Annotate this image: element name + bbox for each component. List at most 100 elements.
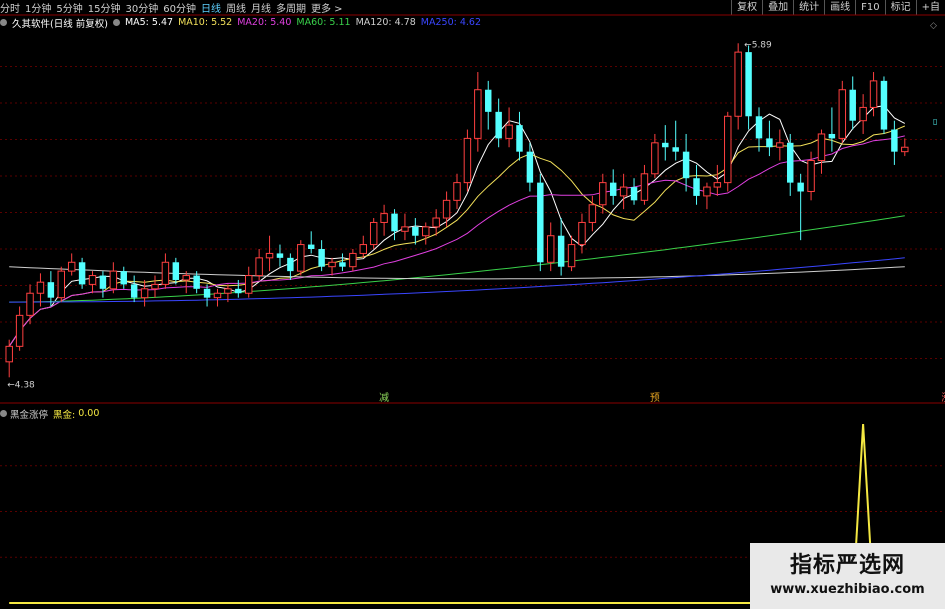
candle-body — [109, 270, 118, 290]
candle-body — [442, 199, 451, 219]
candle-body — [849, 89, 856, 121]
candle-body — [391, 213, 398, 232]
candle-body — [67, 261, 76, 272]
ma-line-ma120 — [9, 266, 905, 280]
candle-body — [203, 288, 211, 298]
candle-body — [682, 151, 690, 179]
indicator-legend: 黑金涨停 黑金: 0.00 — [0, 407, 100, 421]
candle-body — [172, 262, 180, 280]
candle-body — [619, 186, 628, 197]
candle-body — [485, 89, 492, 112]
candle-body — [47, 282, 55, 298]
ma-line-ma20 — [8, 135, 905, 347]
candle-body — [766, 138, 773, 148]
watermark-banner: 指标严选网 www.xuezhibiao.com — [750, 543, 945, 609]
watermark-title: 指标严选网 — [789, 553, 905, 578]
candle-body — [328, 261, 336, 268]
candle-body — [526, 151, 534, 183]
diamond-icon: ◇ — [930, 21, 937, 31]
candle-body — [213, 292, 222, 299]
candle-body — [235, 288, 242, 294]
indicator-value-label: 黑金: — [53, 409, 76, 421]
signal-label: 减 — [379, 392, 389, 404]
candle-body — [640, 173, 649, 201]
candle-body — [724, 115, 732, 184]
candle-body — [244, 275, 253, 294]
candle-body — [588, 204, 597, 223]
candle-body — [609, 182, 617, 196]
candle-body — [672, 147, 679, 152]
candle-body — [151, 283, 159, 290]
candle-body — [474, 89, 482, 139]
candle-body — [546, 235, 555, 263]
candle-body — [630, 187, 638, 201]
candle-body — [505, 124, 513, 139]
candle-body — [161, 261, 170, 285]
candle-body — [265, 252, 274, 259]
candle-body — [57, 270, 66, 299]
candle-body — [880, 80, 888, 130]
candle-body — [797, 182, 804, 192]
candlestick-chart[interactable]: ←5.89 ←4.38 减 预 涨 ◇ ▯ — [0, 0, 945, 609]
candle-body — [828, 133, 836, 139]
candle-body — [26, 292, 34, 316]
candle-body — [297, 244, 305, 272]
candle-body — [422, 226, 430, 237]
candle-body — [755, 116, 763, 139]
indicator-name: 黑金涨停 — [10, 409, 49, 421]
candle-body — [838, 89, 847, 139]
candle-body — [412, 226, 419, 236]
signal-label: 预 — [650, 392, 660, 404]
candle-body — [453, 182, 461, 201]
candle-body — [734, 51, 742, 117]
candle-body — [78, 262, 86, 285]
candle-body — [578, 221, 586, 246]
candle-body — [307, 244, 315, 249]
candle-body — [36, 281, 45, 294]
candle-body — [703, 186, 711, 197]
candle-body — [869, 80, 878, 108]
candle-body — [495, 111, 502, 139]
candle-body — [287, 257, 294, 272]
candle-body — [5, 345, 13, 363]
candle-body — [276, 253, 284, 258]
candle-body — [557, 235, 565, 267]
candle-body — [120, 271, 127, 285]
candle-body — [787, 142, 794, 183]
candle-body — [745, 52, 752, 117]
candle-body — [891, 129, 898, 152]
candle-body — [359, 244, 368, 254]
candle-body — [140, 288, 149, 299]
candle-body — [537, 182, 544, 263]
candle-body — [662, 142, 669, 148]
candle-body — [693, 178, 700, 196]
candle-body — [224, 288, 232, 294]
indicator-value: 0.00 — [78, 408, 100, 419]
candle-body — [369, 221, 378, 246]
candle-body — [651, 142, 659, 175]
candle-body — [817, 133, 826, 162]
candle-body — [349, 252, 357, 268]
ma-line-ma10 — [8, 125, 905, 347]
scroll-marker-icon: ▯ — [933, 117, 937, 126]
candle-body — [401, 226, 409, 232]
candle-body — [432, 217, 440, 228]
candle-body — [463, 137, 472, 184]
candle-body — [599, 182, 607, 206]
candle-body — [182, 275, 190, 281]
candle-body — [807, 160, 815, 192]
candle-body — [130, 284, 138, 298]
signal-label: 涨 — [941, 392, 945, 404]
indicator-collapse-icon[interactable] — [0, 410, 7, 417]
candle-body — [901, 146, 909, 153]
low-price-label: ←4.38 — [7, 380, 35, 390]
candle-body — [255, 257, 263, 277]
candle-body — [193, 275, 200, 289]
candle-body — [15, 314, 24, 347]
candle-body — [776, 142, 784, 148]
candle-body — [318, 249, 325, 267]
candle-body — [99, 275, 107, 289]
candle-body — [859, 106, 867, 122]
candle-body — [567, 244, 576, 268]
candle-body — [380, 213, 388, 223]
